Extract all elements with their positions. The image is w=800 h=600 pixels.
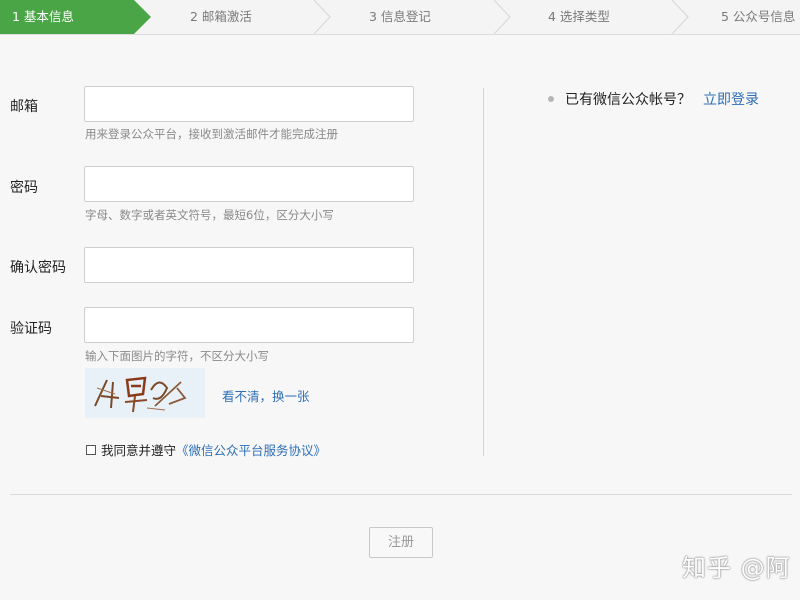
captcha-label: 验证码 (10, 321, 52, 337)
agreement-text: 我同意并遵守 (101, 443, 177, 458)
register-button[interactable]: 注册 (369, 527, 433, 558)
agreement-row: 我同意并遵守 《微信公众平台服务协议》 (86, 440, 326, 459)
captcha-hint: 输入下面图片的字符，不区分大小写 (85, 349, 269, 363)
refresh-captcha-link[interactable]: 看不清，换一张 (222, 386, 310, 405)
agreement-checkbox[interactable] (86, 444, 96, 455)
login-link[interactable]: 立即登录 (703, 89, 759, 109)
step-choose-type: 4 选择类型 (548, 0, 610, 34)
email-label: 邮箱 (10, 99, 38, 115)
step-separator (492, 0, 514, 34)
vertical-divider (483, 88, 484, 456)
step-label: 2 邮箱激活 (190, 9, 252, 24)
bullet-icon (548, 96, 554, 102)
step-info-registration: 3 信息登记 (369, 0, 431, 34)
step-active-arrow (134, 0, 151, 34)
confirm-password-label: 确认密码 (10, 260, 66, 276)
horizontal-divider (10, 494, 792, 495)
password-label: 密码 (10, 180, 38, 196)
email-input[interactable] (84, 86, 414, 122)
password-input[interactable] (84, 166, 414, 202)
step-basic-info: 1 基本信息 (0, 0, 151, 34)
captcha-input[interactable] (84, 307, 414, 343)
watermark: 知乎 @阿 (682, 554, 791, 582)
step-label: 3 信息登记 (369, 9, 431, 24)
captcha-image[interactable] (85, 368, 205, 418)
step-email-activation: 2 邮箱激活 (190, 0, 252, 34)
existing-account-question: 已有微信公众帐号？ (565, 92, 691, 108)
registration-steps: 1 基本信息 2 邮箱激活 3 信息登记 4 选择类型 5 公众号信息 (0, 0, 800, 35)
step-account-info: 5 公众号信息 (721, 0, 795, 34)
step-label: 5 公众号信息 (721, 9, 796, 24)
confirm-password-input[interactable] (84, 247, 414, 283)
existing-account-prompt: 已有微信公众帐号？ 立即登录 (548, 89, 759, 109)
password-hint: 字母、数字或者英文符号，最短6位，区分大小写 (85, 208, 334, 222)
step-label: 1 基本信息 (12, 9, 74, 24)
agreement-link[interactable]: 《微信公众平台服务协议》 (176, 440, 326, 459)
email-hint: 用来登录公众平台，接收到激活邮件才能完成注册 (85, 127, 338, 141)
step-separator (670, 0, 692, 34)
step-separator (312, 0, 334, 34)
step-label: 4 选择类型 (548, 9, 610, 24)
